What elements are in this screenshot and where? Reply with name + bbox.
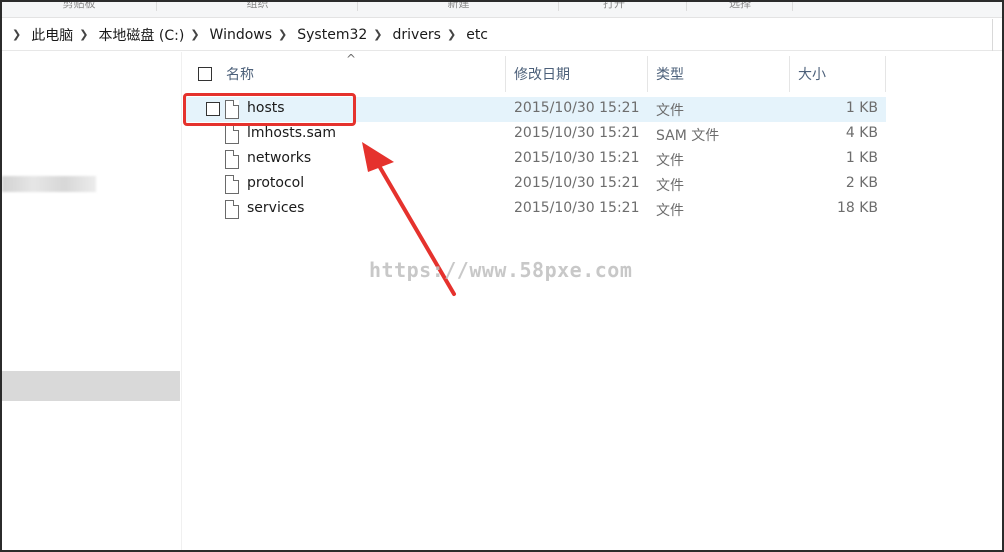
breadcrumb-system32[interactable]: System32 <box>297 27 367 43</box>
column-header-name[interactable]: ^ 名称 <box>184 52 506 92</box>
ribbon-group-new[interactable]: 新建 <box>359 2 559 11</box>
chevron-right-icon[interactable]: ❯ <box>278 28 287 41</box>
ribbon-strip: 剪贴板 组织 新建 打开 选择 <box>2 2 1002 18</box>
chevron-right-icon[interactable]: ❯ <box>373 28 382 41</box>
column-header-size[interactable]: 大小 <box>790 56 886 92</box>
address-bar-edge <box>992 19 1002 51</box>
sort-ascending-icon: ^ <box>346 52 357 66</box>
annotation-highlight-box <box>183 93 356 126</box>
file-date: 2015/10/30 15:21 <box>514 150 640 166</box>
nav-item-selected[interactable] <box>2 371 180 401</box>
breadcrumb-local-disk[interactable]: 本地磁盘 (C:) <box>98 25 184 45</box>
file-type: 文件 <box>656 178 684 194</box>
file-size: 4 KB <box>845 125 878 141</box>
column-date-label: 修改日期 <box>514 67 570 83</box>
breadcrumb-etc[interactable]: etc <box>466 27 488 43</box>
file-icon <box>225 150 239 169</box>
file-date: 2015/10/30 15:21 <box>514 125 640 141</box>
file-date: 2015/10/30 15:21 <box>514 175 640 191</box>
explorer-window: 剪贴板 组织 新建 打开 选择 ❯ 此电脑 ❯ 本地磁盘 (C:) ❯ Wind… <box>0 0 1004 552</box>
chevron-right-icon[interactable]: ❯ <box>79 28 88 41</box>
chevron-right-icon[interactable]: ❯ <box>12 28 21 41</box>
column-header: ^ 名称 修改日期 类型 大小 <box>184 52 886 92</box>
nav-item-blurred[interactable] <box>2 176 96 192</box>
ribbon-group-clipboard[interactable]: 剪贴板 <box>2 2 157 11</box>
file-date: 2015/10/30 15:21 <box>514 100 640 116</box>
ribbon-group-open[interactable]: 打开 <box>542 2 687 11</box>
file-type: 文件 <box>656 203 684 219</box>
file-size: 2 KB <box>845 175 878 191</box>
breadcrumb-drivers[interactable]: drivers <box>393 27 441 43</box>
breadcrumb-windows[interactable]: Windows <box>210 27 273 43</box>
ribbon-group-organize[interactable]: 组织 <box>158 2 358 11</box>
address-bar[interactable]: ❯ 此电脑 ❯ 本地磁盘 (C:) ❯ Windows ❯ System32 ❯… <box>2 19 1002 51</box>
file-row-networks[interactable]: networks 2015/10/30 15:21 文件 1 KB <box>184 147 886 172</box>
chevron-right-icon[interactable]: ❯ <box>447 28 456 41</box>
file-icon <box>225 125 239 144</box>
file-size: 18 KB <box>836 200 878 216</box>
column-header-date[interactable]: 修改日期 <box>506 56 648 92</box>
column-header-type[interactable]: 类型 <box>648 56 790 92</box>
breadcrumb-this-pc[interactable]: 此电脑 <box>31 25 73 45</box>
file-date: 2015/10/30 15:21 <box>514 200 640 216</box>
chevron-right-icon[interactable]: ❯ <box>190 28 199 41</box>
column-name-label: 名称 <box>226 67 254 83</box>
file-name: protocol <box>247 175 305 191</box>
file-row-protocol[interactable]: protocol 2015/10/30 15:21 文件 2 KB <box>184 172 886 197</box>
file-row-services[interactable]: services 2015/10/30 15:21 文件 18 KB <box>184 197 886 222</box>
file-name: services <box>247 200 305 216</box>
file-size: 1 KB <box>845 150 878 166</box>
watermark-text: https://www.58pxe.com <box>369 258 633 282</box>
column-type-label: 类型 <box>656 67 684 83</box>
ribbon-group-select[interactable]: 选择 <box>688 2 793 11</box>
file-type: 文件 <box>656 153 684 169</box>
file-name: networks <box>247 150 312 166</box>
file-icon <box>225 200 239 219</box>
column-size-label: 大小 <box>798 67 826 83</box>
file-type: 文件 <box>656 103 684 119</box>
file-type: SAM 文件 <box>656 128 720 144</box>
file-name: lmhosts.sam <box>247 125 337 141</box>
file-icon <box>225 175 239 194</box>
navigation-pane <box>2 52 182 550</box>
file-size: 1 KB <box>845 100 878 116</box>
